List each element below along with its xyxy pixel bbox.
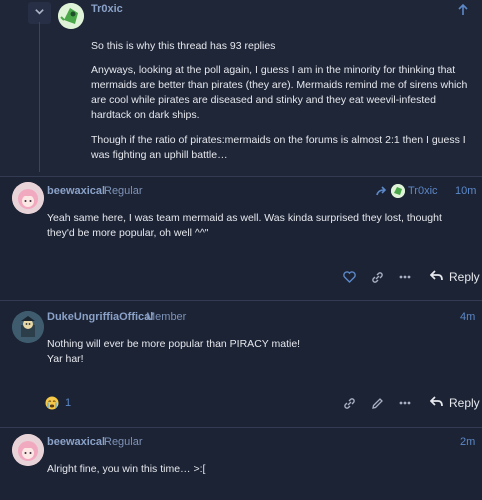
reply-label: Reply (449, 270, 480, 284)
edit-pencil-icon[interactable] (370, 396, 384, 410)
post-paragraph: Though if the ratio of pirates:mermaids … (91, 134, 466, 161)
reply-icon (429, 270, 443, 284)
reply-label: Reply (449, 396, 480, 410)
reply-to-username[interactable]: Tr0xic (408, 185, 438, 197)
nested-reply-post: Tr0xic So this is why this thread has 93… (0, 0, 482, 176)
post-username[interactable]: Tr0xic (91, 3, 123, 15)
post-body: Yeah same here, I was team mermaid as we… (47, 212, 442, 239)
post-paragraph: So this is why this thread has 93 replie… (91, 40, 276, 52)
reply-to-arrow-icon (374, 184, 388, 198)
heart-icon[interactable] (342, 270, 356, 284)
avatar[interactable] (12, 434, 44, 466)
post-paragraph: Anyways, looking at the poll again, I gu… (91, 64, 468, 121)
user-title: Member (146, 311, 187, 323)
post-time[interactable]: 4m (460, 311, 475, 323)
thread-line (39, 22, 40, 172)
avatar[interactable] (12, 311, 44, 343)
collapse-button[interactable] (28, 2, 51, 24)
more-options-icon[interactable] (398, 270, 412, 284)
reply-button[interactable]: Reply (429, 270, 480, 284)
reaction-count[interactable]: 1 (65, 397, 71, 409)
avatar[interactable] (12, 182, 44, 214)
post-body: Alright fine, you win this time… >:[ (47, 463, 206, 475)
avatar[interactable] (58, 3, 84, 29)
arrow-up-icon[interactable] (456, 2, 470, 16)
reply-button[interactable]: Reply (429, 396, 480, 410)
post-time[interactable]: 10m (455, 185, 476, 197)
post-username[interactable]: beewaxical (47, 436, 105, 448)
reply-to-avatar[interactable] (391, 184, 405, 198)
post-divider (0, 427, 482, 428)
crying-emoji-icon[interactable] (45, 396, 59, 410)
post-divider (0, 176, 482, 177)
more-options-icon[interactable] (398, 396, 412, 410)
user-title: Regular (104, 185, 143, 197)
user-title: Regular (104, 436, 143, 448)
post-body-line: Yar har! (47, 353, 84, 365)
post-username[interactable]: DukeUngriffiaOffical (47, 311, 153, 323)
link-icon[interactable] (342, 396, 356, 410)
reply-icon (429, 396, 443, 410)
post-username[interactable]: beewaxical (47, 185, 105, 197)
post-divider (0, 300, 482, 301)
post-body-line: Nothing will ever be more popular than P… (47, 338, 301, 350)
chevron-down-icon (34, 6, 45, 20)
link-icon[interactable] (370, 270, 384, 284)
post-time[interactable]: 2m (460, 436, 475, 448)
